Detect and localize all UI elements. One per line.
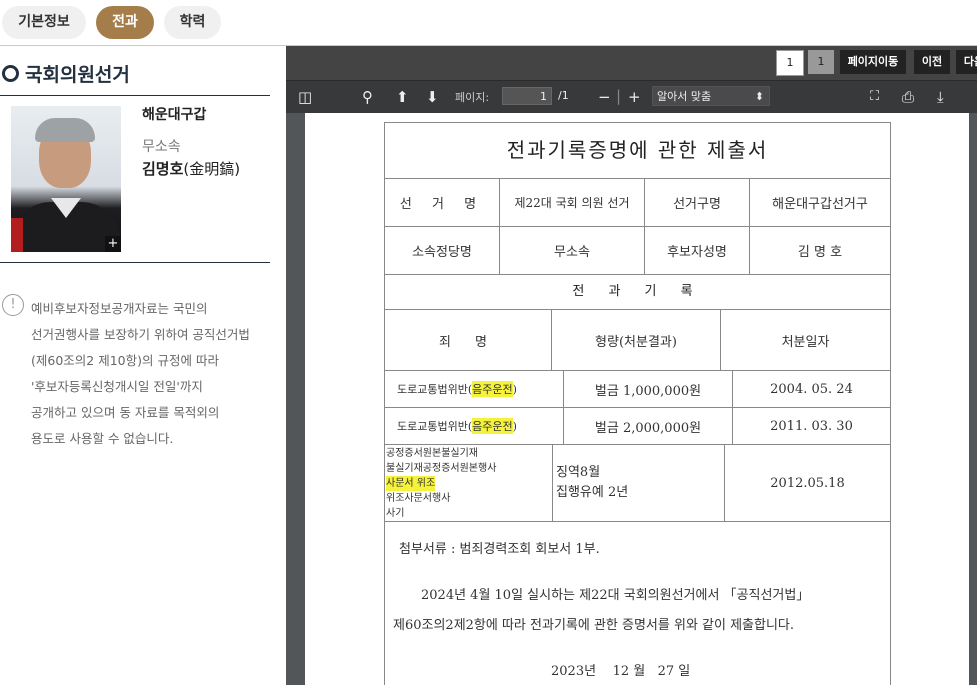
election-info-row: 선 거 명 제22대 국회 의원 선거 선거구명 해운대구갑선거구 [385, 179, 890, 227]
submission-date: 2023년 12 월 27 일 [551, 664, 691, 679]
record-crime: 도로교통법위반(음주운전) [385, 408, 564, 444]
print-icon[interactable]: ⎙ [902, 87, 914, 107]
record-penalty: 벌금 1,000,000원 [564, 371, 733, 407]
zoom-out-icon[interactable]: − [598, 87, 611, 107]
party-info-row: 소속정당명 무소속 후보자성명 김 명 호 [385, 227, 890, 275]
header-penalty: 형량(처분결과) [552, 310, 721, 370]
value-candidate-name: 김 명 호 [797, 245, 843, 260]
candidate-name: 김명호(金明鎬) [142, 160, 241, 178]
attachment-note: 첨부서류 : 범죄경력조회 회보서 1부. [399, 542, 600, 557]
section-title: 국회의원선거 [2, 62, 130, 88]
page-navigator: 1 1 페이지이동 이전 다음 [286, 46, 977, 80]
expand-photo-icon[interactable]: + [105, 236, 121, 252]
download-icon[interactable]: ⤓ [937, 87, 944, 107]
label-district: 선거구명 [645, 179, 750, 226]
goto-page-button[interactable]: 페이지이동 [840, 50, 906, 74]
zoom-in-icon[interactable]: + [628, 87, 641, 107]
info-icon: ! [2, 294, 24, 316]
search-icon[interactable]: ⚲ [362, 87, 373, 107]
label-party: 소속정당명 [385, 227, 500, 274]
pdf-toolbar: ◫ ⚲ ⬆ ⬇ 페이지: 1 /1 − | + 알아서 맞춤 ⬍ ⛶ ⎙ ⤓ [286, 80, 977, 113]
select-arrow-icon: ⬍ [754, 90, 764, 103]
section-title-text: 국회의원선거 [25, 64, 130, 86]
label-candidate-name: 후보자성명 [645, 227, 750, 274]
next-page-icon[interactable]: ⬇ [426, 87, 439, 107]
candidate-panel: 국회의원선거 + 해운대구갑 무소속 김명호(金明鎬) ! 예비후보자정보공개자… [0, 46, 285, 685]
table-row: 도로교통법위반(음주운전) 벌금 1,000,000원 2004. 05. 24 [385, 371, 890, 408]
prev-button[interactable]: 이전 [914, 50, 950, 74]
value-party: 무소속 [500, 227, 645, 274]
zoom-select[interactable]: 알아서 맞춤 ⬍ [652, 86, 770, 106]
record-date: 2004. 05. 24 [770, 381, 853, 397]
fullscreen-icon[interactable]: ⛶ [870, 87, 879, 107]
records-header-row: 죄 명 형량(처분결과) 처분일자 [385, 310, 890, 371]
table-row: 도로교통법위반(음주운전) 벌금 2,000,000원 2011. 03. 30 [385, 408, 890, 445]
record-crime: 공정증서원본불실기재 불실기재공정증서원본행사 사문서 위조 위조사문서행사 사… [385, 445, 553, 521]
disclosure-notice: 예비후보자정보공개자료는 국민의 선거권행사를 보장하기 위하여 공직선거법 (… [31, 301, 250, 446]
page-total-label: /1 [558, 89, 569, 102]
header-date: 처분일자 [781, 334, 830, 350]
record-date: 2011. 03. 30 [770, 418, 853, 434]
label-election: 선 거 명 [385, 179, 500, 226]
pdf-viewer: 1 1 페이지이동 이전 다음 ◫ ⚲ ⬆ ⬇ 페이지: 1 /1 − | + … [286, 46, 977, 685]
candidate-photo[interactable]: + [11, 106, 121, 252]
page-number-box[interactable]: 1 [776, 50, 804, 76]
record-penalty: 벌금 2,000,000원 [564, 408, 733, 444]
statement-line-1: 2024년 4월 10일 실시하는 제22대 국회의원선거에서 「공직선거법」 [421, 588, 810, 603]
prev-page-icon[interactable]: ⬆ [396, 87, 409, 107]
circle-bullet-icon [2, 65, 19, 82]
tab-bar: 기본정보 전과 학력 [0, 0, 977, 46]
value-election: 제22대 국회 의원 선거 [500, 179, 645, 226]
next-button[interactable]: 다음 [956, 50, 977, 74]
candidate-district: 해운대구갑 [142, 107, 207, 123]
page-input[interactable]: 1 [502, 87, 552, 105]
page-total-box: 1 [808, 50, 834, 74]
divider [0, 95, 270, 96]
tab-basic-info[interactable]: 기본정보 [2, 6, 86, 39]
page-label: 페이지: [455, 91, 490, 104]
record-crime: 도로교통법위반(음주운전) [385, 371, 564, 407]
record-date: 2012.05.18 [770, 475, 845, 491]
toolbar-separator: | [616, 87, 622, 105]
tab-education[interactable]: 학력 [164, 6, 221, 39]
tab-criminal-record[interactable]: 전과 [96, 6, 154, 39]
pdf-page: 전과기록증명에 관한 제출서 선 거 명 제22대 국회 의원 선거 선거구명 … [305, 113, 969, 685]
header-crime: 죄 명 [385, 310, 552, 370]
value-district: 해운대구갑선거구 [772, 197, 868, 212]
document-form: 전과기록증명에 관한 제출서 선 거 명 제22대 국회 의원 선거 선거구명 … [384, 122, 891, 685]
divider [0, 262, 270, 263]
candidate-party: 무소속 [142, 139, 181, 155]
record-penalty: 징역8월 집행유예 2년 [553, 445, 725, 521]
statement-line-2: 제60조의2제2항에 따라 전과기록에 관한 증명서를 위와 같이 제출합니다. [393, 618, 795, 633]
table-row: 공정증서원본불실기재 불실기재공정증서원본행사 사문서 위조 위조사문서행사 사… [385, 445, 890, 522]
sidebar-toggle-icon[interactable]: ◫ [298, 87, 312, 107]
document-title: 전과기록증명에 관한 제출서 [385, 123, 890, 179]
records-heading: 전 과 기 록 [385, 275, 890, 310]
